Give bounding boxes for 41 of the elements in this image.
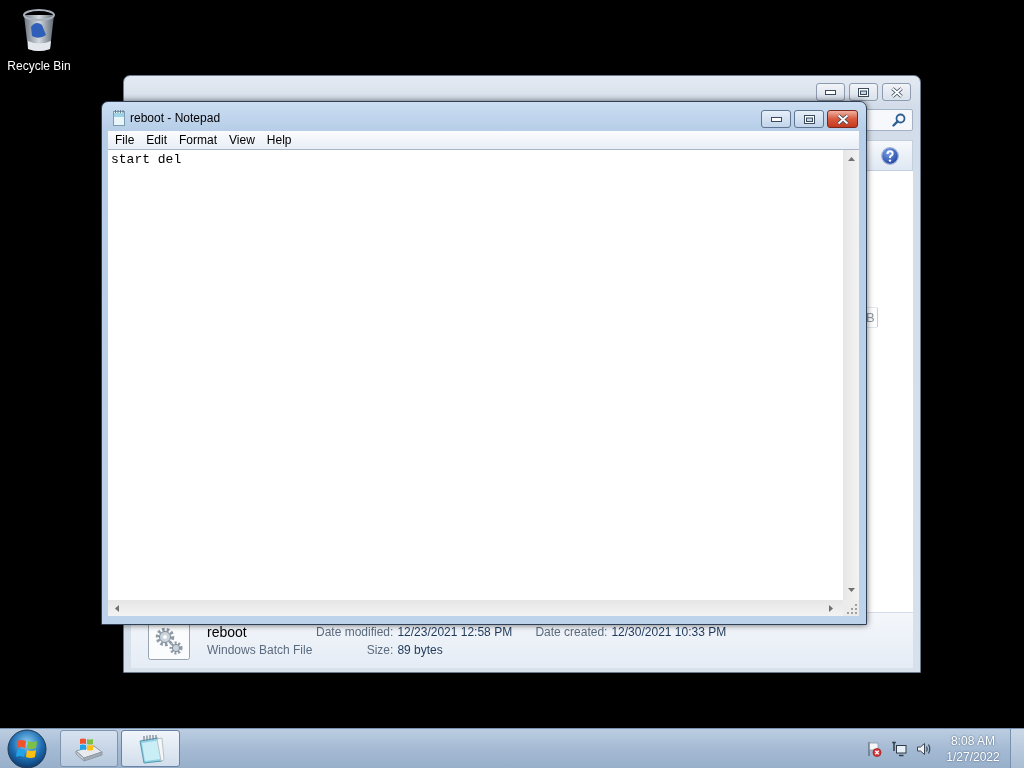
- maximize-icon: [858, 87, 869, 97]
- flag-icon[interactable]: [866, 740, 882, 757]
- property-value: 12/30/2021 10:33 PM: [611, 623, 727, 641]
- menu-item[interactable]: Edit: [140, 131, 174, 149]
- notepad-icon: [136, 733, 165, 764]
- property-value: 89 bytes: [397, 641, 443, 659]
- menu-item[interactable]: View: [223, 131, 261, 149]
- close-icon: [836, 113, 849, 125]
- property-value: 12/23/2021 12:58 PM: [397, 623, 513, 641]
- close-button[interactable]: [827, 110, 858, 128]
- property-label: Date modified:: [316, 623, 394, 641]
- taskbar-button[interactable]: [60, 730, 118, 767]
- property-label: Date created:: [535, 623, 608, 641]
- trash-bin-icon: [20, 8, 58, 54]
- file-type: Windows Batch File: [207, 641, 313, 659]
- menu-item[interactable]: Format: [173, 131, 224, 149]
- window-title: reboot - Notepad: [130, 111, 221, 125]
- minimize-button[interactable]: [761, 110, 791, 128]
- speaker-icon[interactable]: [916, 740, 932, 757]
- menu-item[interactable]: File: [109, 131, 141, 149]
- taskbar-button[interactable]: [121, 730, 180, 767]
- network-icon[interactable]: [891, 740, 907, 757]
- maximize-button[interactable]: [794, 110, 824, 128]
- horizontal-scrollbar[interactable]: [108, 600, 843, 616]
- property-label: Size:: [366, 641, 394, 659]
- menu-item[interactable]: Help: [260, 131, 298, 149]
- vertical-scrollbar[interactable]: [843, 150, 859, 600]
- scroll-down-arrow-icon[interactable]: [847, 588, 855, 592]
- size-grip-icon[interactable]: [847, 604, 857, 614]
- desktop-shortcut[interactable]: Recycle Bin: [4, 8, 74, 73]
- scroll-right-arrow-icon[interactable]: [829, 604, 833, 612]
- flag-logo-icon: [7, 728, 47, 768]
- minimize-icon: [770, 116, 782, 122]
- minimize-icon: [825, 89, 836, 95]
- maximize-icon: [803, 114, 815, 124]
- scroll-up-arrow-icon[interactable]: [847, 157, 855, 161]
- notepad-icon: [113, 110, 125, 126]
- scroll-left-arrow-icon[interactable]: [115, 604, 119, 612]
- file-name: reboot: [207, 622, 247, 641]
- close-icon: [890, 86, 903, 98]
- text-editor[interactable]: start del: [108, 150, 843, 600]
